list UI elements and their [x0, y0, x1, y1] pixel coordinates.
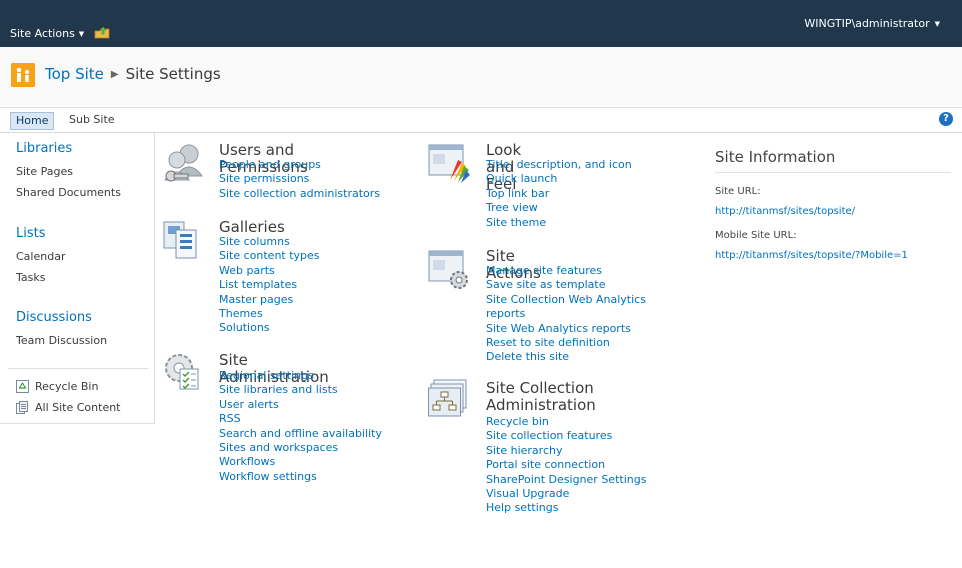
- tree-view-link[interactable]: Tree view: [486, 201, 632, 215]
- search-and-offline-availability-link[interactable]: Search and offline availability: [219, 427, 382, 441]
- recycle-bin-settings-link[interactable]: Recycle bin: [486, 415, 646, 429]
- user-alerts-link[interactable]: User alerts: [219, 398, 382, 412]
- delete-this-site-link[interactable]: Delete this site: [486, 350, 646, 364]
- portal-site-connection-link[interactable]: Portal site connection: [486, 458, 646, 472]
- chevron-down-icon: ▼: [934, 20, 940, 28]
- site-information-title: Site Information: [715, 148, 951, 173]
- site-collection-features-link[interactable]: Site collection features: [486, 429, 646, 443]
- site-collection-administration-title-line1: Site Collection: [486, 379, 594, 397]
- quick-launch-team-discussion[interactable]: Team Discussion: [16, 334, 107, 347]
- site-collection-administration-title: Site Collection Administration: [486, 380, 596, 414]
- reset-to-site-definition-link[interactable]: Reset to site definition: [486, 336, 646, 350]
- galleries-icon: [163, 221, 197, 259]
- quick-launch-libraries-heading[interactable]: Libraries: [16, 141, 72, 156]
- quick-launch: Libraries Site Pages Shared Documents Li…: [0, 133, 155, 424]
- recycle-bin-label: Recycle Bin: [35, 380, 99, 393]
- title-description-icon-link[interactable]: Title, description, and icon: [486, 158, 632, 172]
- web-parts-link[interactable]: Web parts: [219, 264, 320, 278]
- quick-launch-site-pages[interactable]: Site Pages: [16, 165, 73, 178]
- site-collection-administration-icon: [428, 379, 467, 417]
- breadcrumb-top-site-link[interactable]: Top Site: [45, 65, 104, 83]
- site-logo-icon[interactable]: [11, 63, 35, 87]
- site-url-label: Site URL:: [715, 186, 761, 197]
- site-libraries-and-lists-link[interactable]: Site libraries and lists: [219, 383, 382, 397]
- users-and-permissions-icon: [163, 144, 203, 182]
- site-collection-web-analytics-reports-link[interactable]: reports: [486, 307, 646, 321]
- quick-launch-tasks[interactable]: Tasks: [16, 271, 45, 284]
- people-and-groups-link[interactable]: People and groups: [219, 158, 380, 172]
- all-site-content-link[interactable]: All Site Content: [16, 401, 121, 414]
- top-ribbon-bar: Site Actions ▼ WINGTIP\administrator ▼: [0, 0, 962, 47]
- look-and-feel-icon: [428, 144, 470, 183]
- top-link-bar-link[interactable]: Top link bar: [486, 187, 632, 201]
- all-site-content-icon: [16, 401, 28, 414]
- users-and-permissions-links: People and groups Site permissions Site …: [219, 158, 380, 201]
- workflow-settings-link[interactable]: Workflow settings: [219, 470, 382, 484]
- site-content-types-link[interactable]: Site content types: [219, 249, 320, 263]
- site-actions-links: Manage site features Save site as templa…: [486, 264, 646, 365]
- site-information-panel: Site Information Site URL: http://titanm…: [715, 140, 951, 261]
- breadcrumb: Top Site ▶ Site Settings: [45, 65, 221, 83]
- quick-launch-shared-documents[interactable]: Shared Documents: [16, 186, 121, 199]
- save-site-as-template-link[interactable]: Save site as template: [486, 278, 646, 292]
- site-hierarchy-link[interactable]: Site hierarchy: [486, 444, 646, 458]
- workflows-link[interactable]: Workflows: [219, 455, 382, 469]
- help-settings-link[interactable]: Help settings: [486, 501, 646, 515]
- chevron-down-icon: ▼: [78, 30, 85, 38]
- list-templates-link[interactable]: List templates: [219, 278, 320, 292]
- site-actions-icon: [428, 250, 468, 289]
- site-url-link[interactable]: http://titanmsf/sites/topsite/: [715, 206, 951, 217]
- visual-upgrade-link[interactable]: Visual Upgrade: [486, 487, 646, 501]
- mobile-site-url-label: Mobile Site URL:: [715, 230, 797, 241]
- quick-launch-link[interactable]: Quick launch: [486, 172, 632, 186]
- tab-sub-site[interactable]: Sub Site: [64, 112, 120, 128]
- master-pages-link[interactable]: Master pages: [219, 293, 320, 307]
- recycle-bin-icon: [16, 380, 29, 393]
- site-actions-label: Site Actions: [10, 27, 75, 40]
- quick-launch-discussions-heading[interactable]: Discussions: [16, 310, 92, 325]
- themes-link[interactable]: Themes: [219, 307, 320, 321]
- tab-home[interactable]: Home: [10, 112, 55, 130]
- help-icon[interactable]: ?: [939, 112, 953, 126]
- site-columns-link[interactable]: Site columns: [219, 235, 320, 249]
- site-actions-menu[interactable]: Site Actions ▼: [10, 27, 84, 40]
- all-site-content-label: All Site Content: [35, 401, 121, 414]
- top-navigation-bar: Home Sub Site ?: [0, 108, 962, 133]
- divider: [8, 368, 148, 369]
- user-name: WINGTIP\administrator: [804, 17, 930, 30]
- site-administration-icon: [165, 354, 199, 390]
- title-area: Top Site ▶ Site Settings: [0, 47, 962, 108]
- quick-launch-lists-heading[interactable]: Lists: [16, 226, 46, 241]
- site-collection-administrators-link[interactable]: Site collection administrators: [219, 187, 380, 201]
- sharepoint-designer-settings-link[interactable]: SharePoint Designer Settings: [486, 473, 646, 487]
- site-web-analytics-reports-link[interactable]: Site Web Analytics reports: [486, 322, 646, 336]
- quick-launch-calendar[interactable]: Calendar: [16, 250, 65, 263]
- site-administration-links: Regional settings Site libraries and lis…: [219, 369, 382, 484]
- user-menu[interactable]: WINGTIP\administrator ▼: [804, 17, 940, 30]
- look-and-feel-links: Title, description, and icon Quick launc…: [486, 158, 632, 230]
- site-collection-administration-links: Recycle bin Site collection features Sit…: [486, 415, 646, 516]
- manage-site-features-link[interactable]: Manage site features: [486, 264, 646, 278]
- galleries-links: Site columns Site content types Web part…: [219, 235, 320, 336]
- navigate-up-icon[interactable]: [94, 26, 110, 39]
- sites-and-workspaces-link[interactable]: Sites and workspaces: [219, 441, 382, 455]
- site-collection-administration-title-line2: Administration: [486, 396, 596, 414]
- recycle-bin-link[interactable]: Recycle Bin: [16, 380, 98, 393]
- site-collection-web-analytics-link[interactable]: Site Collection Web Analytics: [486, 293, 646, 307]
- regional-settings-link[interactable]: Regional settings: [219, 369, 382, 383]
- site-permissions-link[interactable]: Site permissions: [219, 172, 380, 186]
- galleries-title: Galleries: [219, 218, 285, 236]
- breadcrumb-separator-icon: ▶: [110, 69, 119, 80]
- page-title: Site Settings: [125, 65, 221, 83]
- solutions-link[interactable]: Solutions: [219, 321, 320, 335]
- mobile-site-url-link[interactable]: http://titanmsf/sites/topsite/?Mobile=1: [715, 250, 951, 261]
- rss-link[interactable]: RSS: [219, 412, 382, 426]
- site-theme-link[interactable]: Site theme: [486, 216, 632, 230]
